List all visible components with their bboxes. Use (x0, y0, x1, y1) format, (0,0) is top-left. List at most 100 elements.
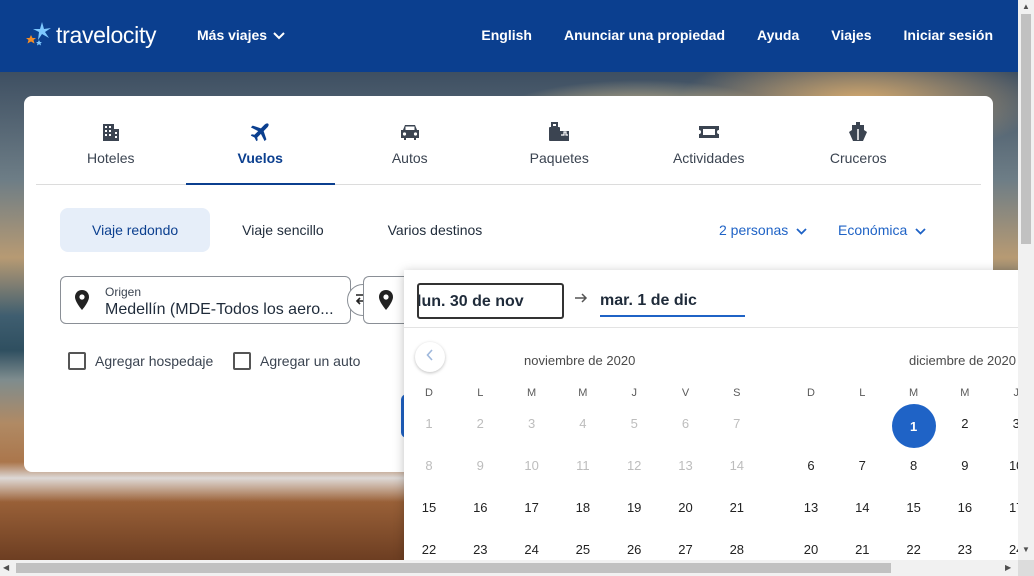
tab-label: Autos (391, 150, 428, 166)
plane-icon (248, 120, 272, 144)
add-hotel-checkbox[interactable]: Agregar hospedaje (68, 352, 213, 370)
chevron-down-icon (273, 27, 285, 43)
calendar-day[interactable]: 7 (842, 458, 882, 478)
trip-type-selector: Viaje redondo Viaje sencillo Varios dest… (60, 208, 514, 252)
nav-help[interactable]: Ayuda (757, 27, 799, 43)
previous-month-button[interactable] (415, 342, 445, 372)
chevron-left-icon (426, 348, 434, 366)
calendar-day[interactable]: 19 (614, 500, 654, 520)
end-date-input[interactable]: mar. 1 de dic (600, 292, 745, 317)
calendar-day[interactable]: 21 (842, 542, 882, 560)
calendar-day[interactable]: 8 (894, 458, 934, 478)
calendar-day[interactable]: 17 (996, 500, 1018, 520)
horizontal-scrollbar[interactable]: ◀ ▶ (0, 560, 1018, 576)
tab-autos[interactable]: Autos (335, 110, 485, 184)
calendar-day[interactable]: 16 (945, 500, 985, 520)
calendar-day[interactable]: 9 (945, 458, 985, 478)
tab-label: Actividades (672, 150, 745, 166)
calendar-day[interactable]: 16 (460, 500, 500, 520)
weekday-label: L (859, 387, 866, 399)
weekday-label: D (425, 387, 433, 399)
calendar-day: 8 (425, 458, 433, 473)
calendar-day[interactable]: 21 (717, 500, 757, 520)
tab-label: Vuelos (237, 150, 283, 166)
calendar-day: 3 (527, 416, 536, 431)
weekday-label: M (909, 387, 919, 399)
calendar-day[interactable]: 20 (791, 542, 831, 560)
calendar-day: 11 (576, 458, 590, 473)
calendar-day[interactable]: 18 (563, 500, 603, 520)
tab-hoteles[interactable]: Hoteles (36, 110, 186, 184)
calendar-day[interactable]: 6 (791, 458, 831, 478)
travelocity-logo[interactable]: travelocity (24, 20, 157, 50)
scroll-down-icon[interactable]: ▼ (1022, 545, 1030, 554)
cabin-class-value: Económica (838, 222, 908, 238)
calendar-day-selected[interactable]: 1 (891, 404, 936, 448)
tab-label: Cruceros (829, 150, 887, 166)
trip-type-round[interactable]: Viaje redondo (60, 208, 211, 252)
travelers-value: 2 personas (719, 222, 789, 238)
tab-actividades[interactable]: Actividades (634, 110, 784, 184)
calendar-day[interactable]: 3 (996, 416, 1018, 436)
start-date-input[interactable]: lun. 30 de nov (417, 283, 564, 319)
add-car-checkbox[interactable]: Agregar un auto (233, 352, 360, 370)
cabin-class-dropdown[interactable]: Económica (838, 222, 926, 238)
vertical-scrollbar[interactable]: ▲ ▼ (1018, 0, 1034, 560)
chevron-down-icon (915, 222, 926, 238)
calendar-day[interactable]: 23 (460, 542, 500, 560)
mas-viajes-menu[interactable]: Más viajes (197, 27, 285, 43)
calendar-day: 12 (626, 458, 642, 473)
calendar-day: 2 (476, 416, 484, 431)
travelers-dropdown[interactable]: 2 personas (719, 222, 807, 238)
calendar-day: 7 (733, 416, 741, 431)
calendar-day[interactable]: 10 (996, 458, 1018, 478)
calendar-day: 14 (729, 458, 745, 473)
tab-vuelos[interactable]: Vuelos (185, 110, 336, 185)
building-icon (99, 120, 123, 144)
origin-field[interactable]: Origen Medellín (MDE-Todos los aero... (60, 276, 351, 324)
weekday-label: M (527, 387, 537, 399)
calendar-day[interactable]: 22 (894, 542, 934, 560)
trip-type-multicity[interactable]: Varios destinos (356, 208, 515, 252)
calendar-day[interactable]: 14 (842, 500, 882, 520)
tab-paquetes[interactable]: Paquetes (485, 110, 635, 184)
calendar-day[interactable]: 17 (512, 500, 552, 520)
calendar-day[interactable]: 20 (666, 500, 706, 520)
calendar-day[interactable]: 24 (512, 542, 552, 560)
calendar-day[interactable]: 13 (791, 500, 831, 520)
calendar-day[interactable]: 25 (563, 542, 603, 560)
calendar-day[interactable]: 2 (945, 416, 985, 436)
scrollbar-thumb[interactable] (16, 563, 891, 573)
header-nav: English Anunciar una propiedad Ayuda Via… (481, 27, 993, 43)
tab-cruceros[interactable]: Cruceros (784, 110, 934, 184)
top-header: travelocity Más viajes English Anunciar … (0, 0, 1018, 72)
month-title: diciembre de 2020 (909, 353, 1016, 368)
nav-list-property[interactable]: Anunciar una propiedad (564, 27, 725, 43)
weekday-label: V (681, 387, 690, 399)
calendar-day[interactable]: 22 (409, 542, 449, 560)
scroll-left-icon[interactable]: ◀ (3, 563, 9, 572)
nav-trips[interactable]: Viajes (831, 27, 871, 43)
calendar-day[interactable]: 23 (945, 542, 985, 560)
calendar-day[interactable]: 27 (666, 542, 706, 560)
calendar-day[interactable]: 15 (409, 500, 449, 520)
scroll-up-icon[interactable]: ▲ (1022, 2, 1030, 11)
weekday-label: L (477, 387, 484, 399)
calendar-day[interactable]: 26 (614, 542, 654, 560)
weekday-label: M (960, 387, 970, 399)
trip-type-oneway[interactable]: Viaje sencillo (210, 208, 355, 252)
nav-language[interactable]: English (481, 27, 532, 43)
calendar-day[interactable]: 15 (894, 500, 934, 520)
scrollbar-thumb[interactable] (1021, 14, 1031, 244)
map-pin-icon (379, 290, 393, 315)
calendar-day[interactable]: 28 (717, 542, 757, 560)
checkbox[interactable] (68, 352, 86, 370)
scroll-right-icon[interactable]: ▶ (1005, 563, 1011, 572)
nav-sign-in[interactable]: Iniciar sesión (904, 27, 993, 43)
map-pin-icon (75, 290, 89, 315)
calendar-day: 5 (630, 416, 638, 431)
checkbox-label: Agregar un auto (260, 353, 361, 369)
checkbox[interactable] (233, 352, 251, 370)
calendar-day[interactable]: 24 (996, 542, 1018, 560)
calendar-day: 4 (579, 416, 587, 431)
